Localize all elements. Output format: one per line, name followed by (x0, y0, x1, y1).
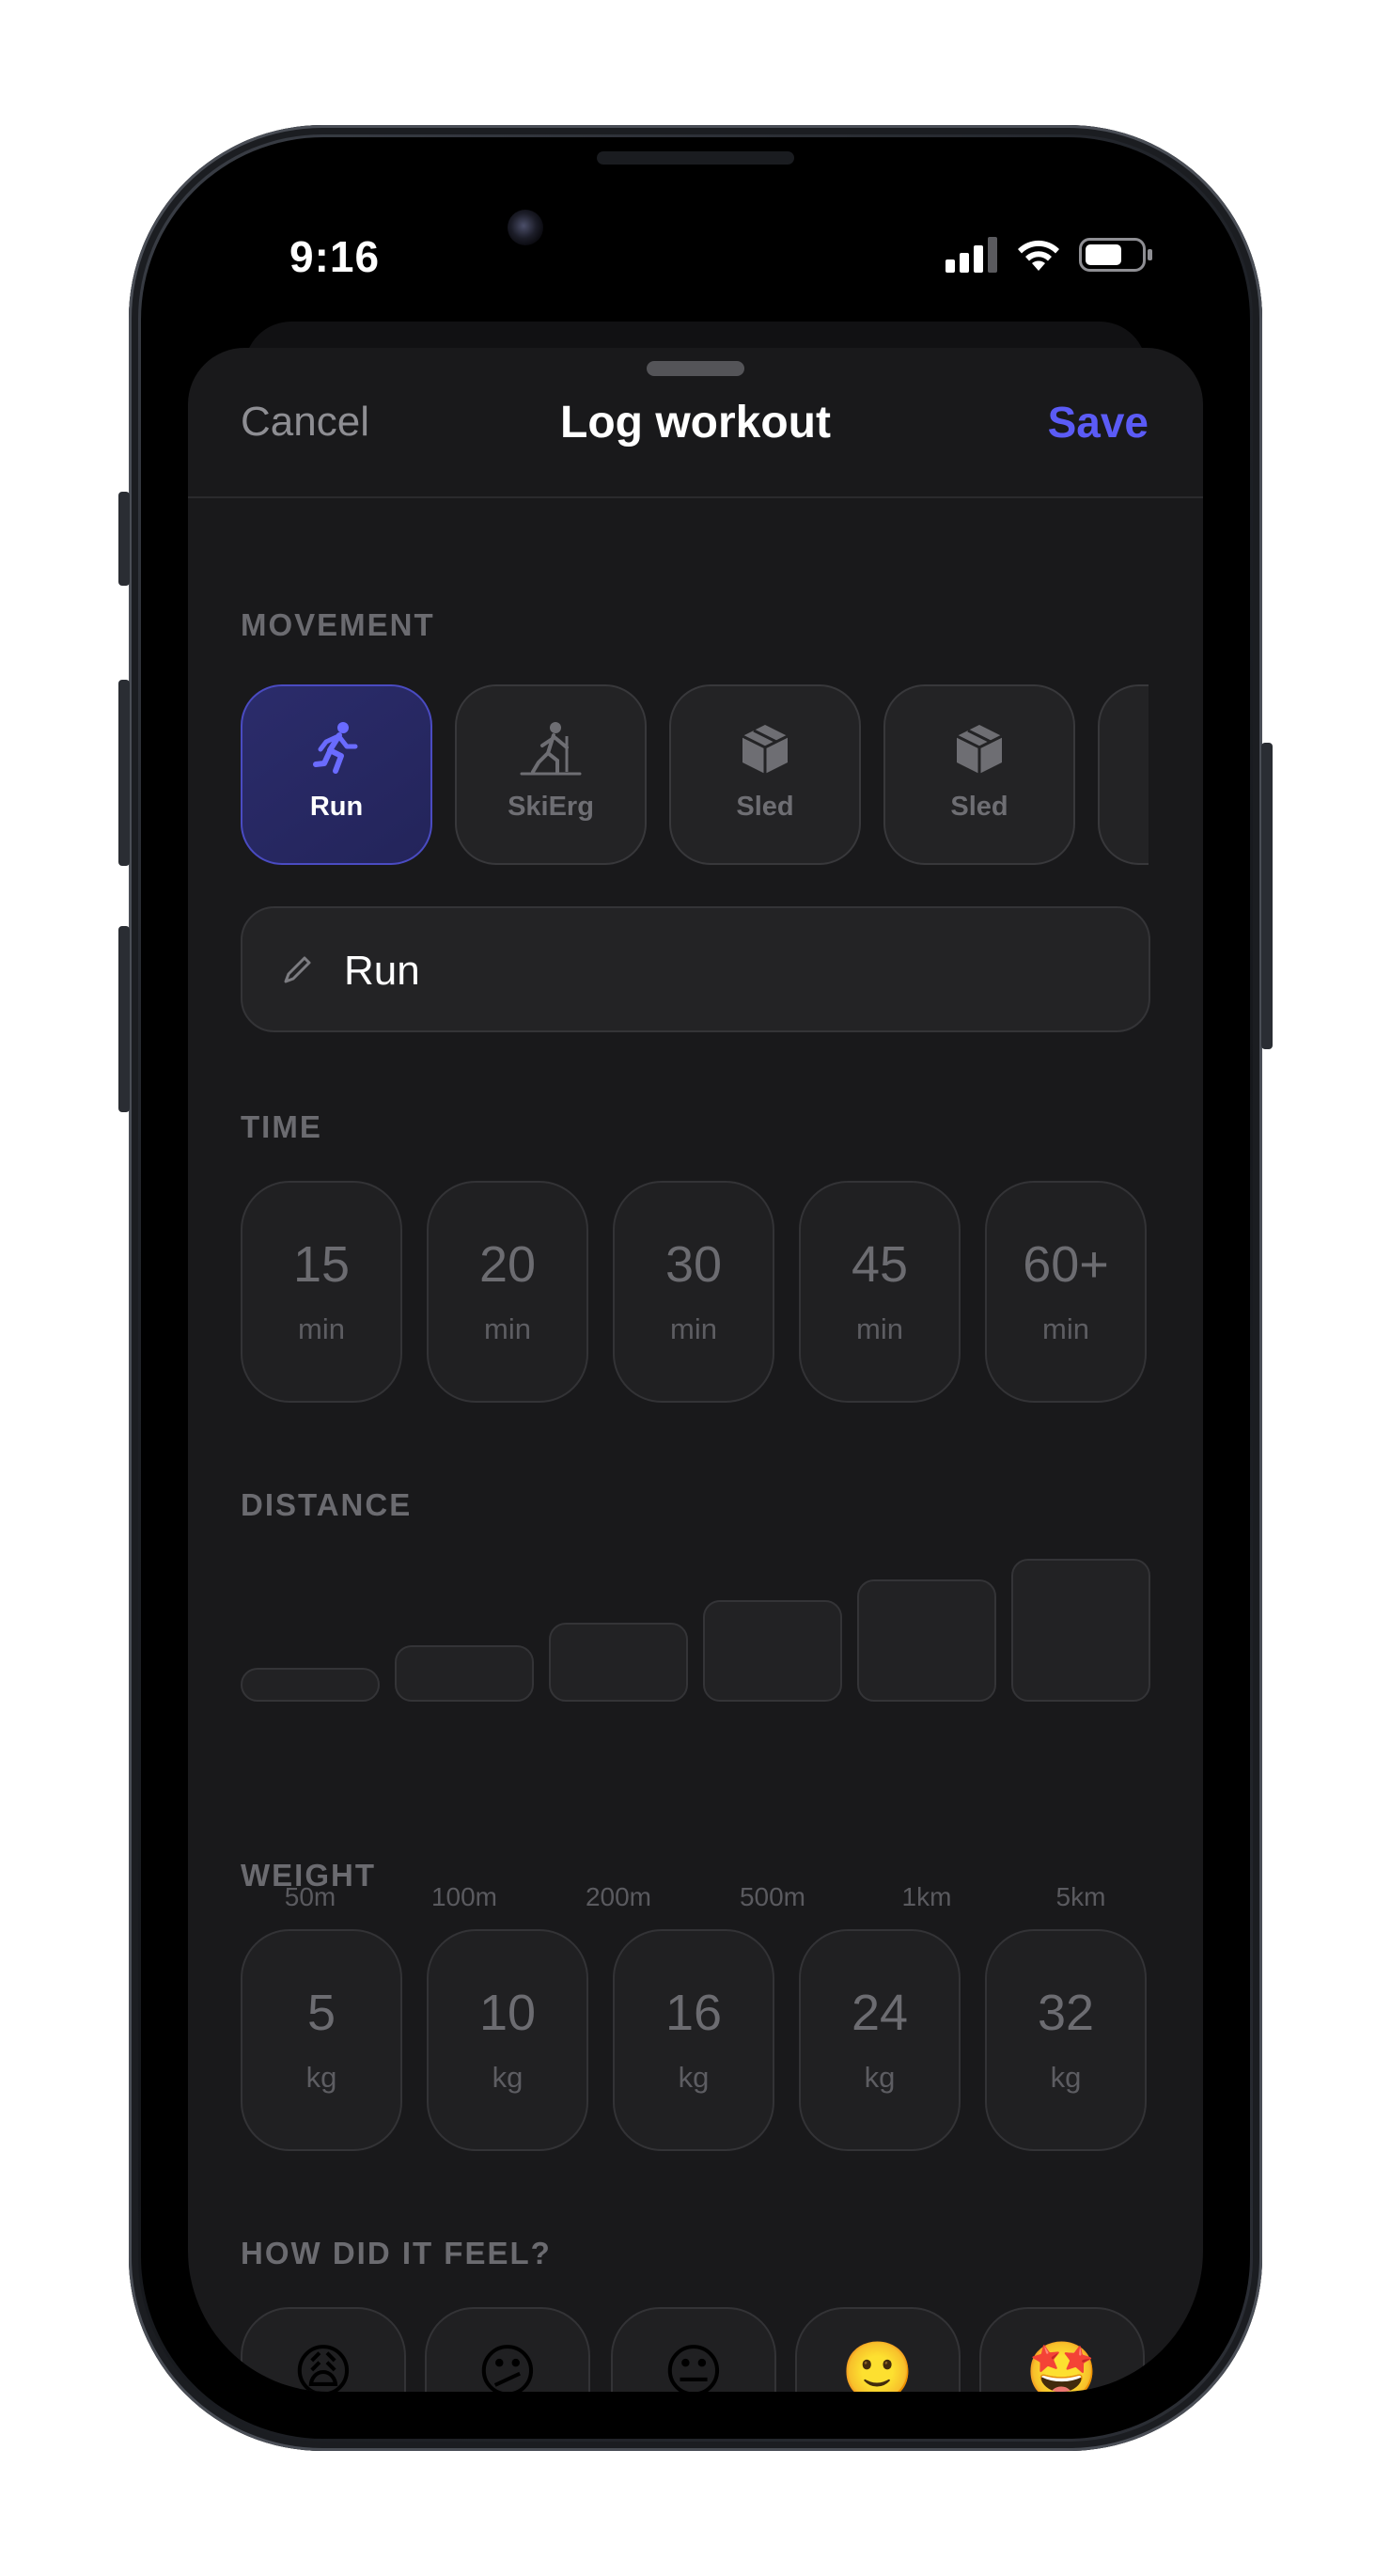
weight-option-24[interactable]: 24 kg (799, 1929, 961, 2151)
slightly-smiling-face-icon: 🙂 (841, 2337, 914, 2393)
movement-option-label: Run (309, 792, 364, 822)
weight-unit: kg (1050, 2061, 1082, 2094)
distance-label: 500m (739, 1882, 806, 1911)
confused-face-icon: 😕 (477, 2337, 539, 2393)
weight-option-32[interactable]: 32 kg (985, 1929, 1147, 2151)
weight-value: 16 (664, 1985, 723, 2041)
time-unit: min (856, 1312, 903, 1345)
movement-option-run[interactable]: Run (241, 684, 432, 865)
star-struck-face-icon: 🤩 (1025, 2337, 1099, 2393)
time-option-20[interactable]: 20 min (427, 1181, 588, 1403)
weight-unit: kg (305, 2061, 337, 2094)
distance-label: 200m (585, 1882, 652, 1911)
distance-option-500m[interactable] (703, 1600, 842, 1702)
weight-unit: kg (492, 2061, 524, 2094)
status-time: 9:16 (289, 232, 381, 281)
time-unit: min (1042, 1312, 1089, 1345)
time-option-15[interactable]: 15 min (241, 1181, 402, 1403)
time-option-30[interactable]: 30 min (613, 1181, 774, 1403)
wifi-icon (1015, 237, 1062, 277)
time-section-label: TIME (241, 1109, 322, 1144)
scroll-clip (1149, 668, 1203, 884)
movement-option-sled-2[interactable]: Sled (883, 684, 1075, 865)
time-unit: min (298, 1312, 345, 1345)
feel-option-great[interactable]: 🤩 (979, 2307, 1145, 2392)
time-unit: min (484, 1312, 531, 1345)
time-value: 20 (478, 1236, 537, 1293)
box-icon (739, 720, 791, 778)
pencil-icon (280, 953, 314, 992)
time-option-45[interactable]: 45 min (799, 1181, 961, 1403)
time-value: 15 (292, 1236, 351, 1293)
weight-option-10[interactable]: 10 kg (427, 1929, 588, 2151)
distance-option-1km[interactable] (857, 1579, 996, 1702)
distance-option-100m[interactable] (395, 1645, 534, 1702)
weight-value: 24 (851, 1985, 909, 2041)
sheet-grabber[interactable] (647, 361, 744, 376)
skier-icon (520, 720, 582, 778)
time-option-60-plus[interactable]: 60+ min (985, 1181, 1147, 1403)
weight-option-5[interactable]: 5 kg (241, 1929, 402, 2151)
weight-value: 10 (478, 1985, 537, 2041)
front-camera (508, 210, 543, 245)
distance-option-5km[interactable] (1011, 1559, 1150, 1702)
box-icon (953, 720, 1006, 778)
distance-label: 1km (901, 1882, 952, 1911)
distance-section-label: DISTANCE (241, 1487, 413, 1522)
feel-option-exhausted[interactable]: 😩 (241, 2307, 406, 2392)
power-button (1261, 743, 1273, 1049)
volume-down-button (118, 926, 130, 1112)
feel-option-hard[interactable]: 😕 (425, 2307, 590, 2392)
weight-unit: kg (864, 2061, 896, 2094)
distance-label: 100m (430, 1882, 498, 1911)
weary-face-icon: 😩 (292, 2337, 354, 2393)
neutral-face-icon: 😐 (663, 2337, 725, 2393)
movement-name-field[interactable]: Run (241, 906, 1150, 1032)
log-workout-sheet: Cancel Log workout Save MOVEMENT Run Ski… (188, 348, 1203, 2392)
phone-screen: 9:16 Cancel Log workout Save MOVEMENT Ru… (188, 184, 1203, 2392)
time-value: 45 (851, 1236, 909, 1293)
weight-value: 5 (306, 1985, 336, 2041)
running-icon (313, 720, 360, 778)
save-button[interactable]: Save (1048, 397, 1149, 448)
time-unit: min (670, 1312, 717, 1345)
weight-section-label: WEIGHT (241, 1858, 376, 1893)
weight-option-16[interactable]: 16 kg (613, 1929, 774, 2151)
distance-label: 5km (1055, 1882, 1106, 1911)
action-button (118, 492, 130, 586)
feel-option-neutral[interactable]: 😐 (611, 2307, 776, 2392)
status-icons (946, 236, 1154, 278)
movement-option-label: Sled (950, 792, 1008, 822)
cellular-signal-icon (946, 236, 998, 277)
movement-option-skierg[interactable]: SkiErg (455, 684, 647, 865)
weight-value: 32 (1037, 1985, 1095, 2041)
nav-divider (188, 496, 1203, 498)
time-value: 60+ (1023, 1236, 1109, 1293)
feel-section-label: HOW DID IT FEEL? (241, 2236, 552, 2270)
time-value: 30 (664, 1236, 723, 1293)
weight-unit: kg (678, 2061, 710, 2094)
distance-option-50m[interactable] (241, 1668, 380, 1702)
feel-option-good[interactable]: 🙂 (795, 2307, 961, 2392)
movement-option-sled[interactable]: Sled (669, 684, 861, 865)
battery-icon (1079, 236, 1154, 278)
volume-up-button (118, 680, 130, 866)
movement-section-label: MOVEMENT (241, 607, 435, 642)
distance-option-200m[interactable] (549, 1623, 688, 1702)
movement-option-label: SkiErg (508, 792, 594, 822)
movement-name-value: Run (344, 948, 420, 994)
earpiece-speaker (597, 151, 794, 165)
movement-option-label: Sled (736, 792, 794, 822)
